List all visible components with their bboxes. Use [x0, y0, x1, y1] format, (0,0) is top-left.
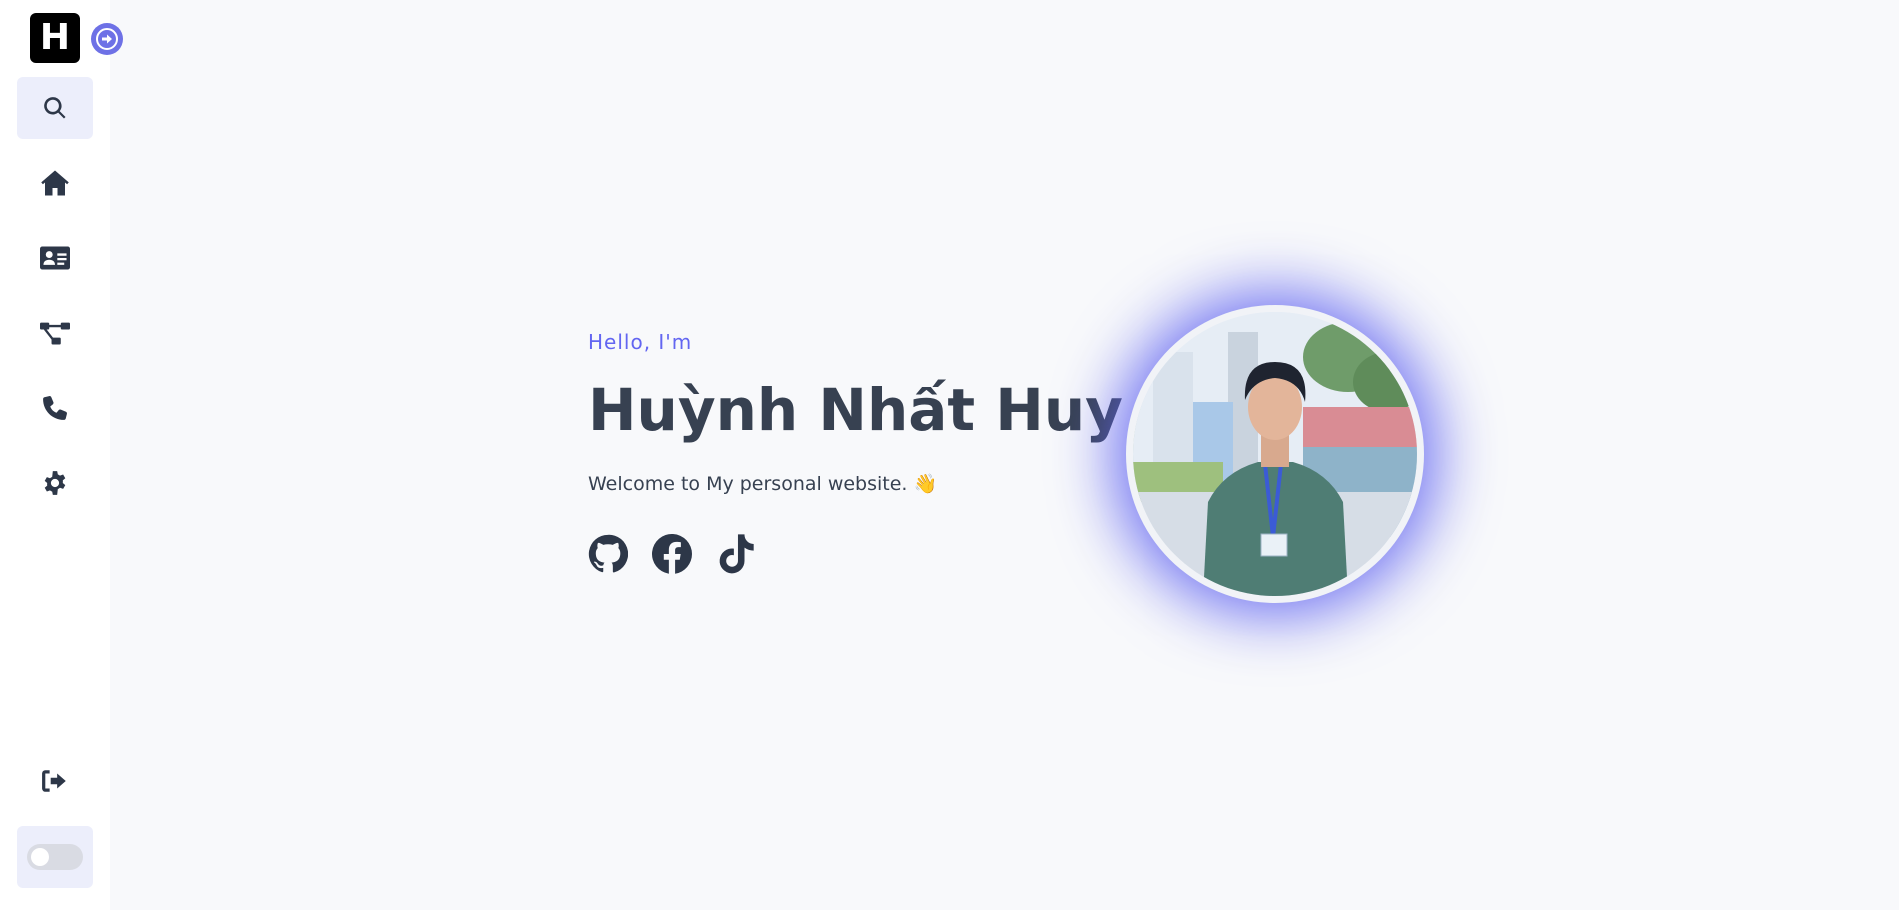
theme-toggle-knob: [31, 848, 49, 866]
sidebar-item-settings[interactable]: [17, 452, 93, 514]
site-logo[interactable]: H: [30, 13, 80, 63]
sidebar-item-search[interactable]: [17, 77, 93, 139]
phone-icon: [43, 396, 67, 420]
gear-icon: [44, 471, 66, 495]
profile-photo: [1133, 312, 1417, 596]
sidebar-item-home[interactable]: [17, 152, 93, 214]
hero-tagline: Welcome to My personal website. 👋: [588, 473, 938, 495]
profile-photo-frame: [1126, 305, 1424, 603]
search-icon: [44, 97, 66, 119]
theme-toggle-container: [17, 826, 93, 888]
profile-photo-illustration: [1133, 312, 1417, 596]
logout-button[interactable]: [17, 750, 93, 812]
sidebar-item-projects[interactable]: [17, 302, 93, 364]
github-link[interactable]: [588, 534, 628, 574]
sidebar: H: [0, 0, 110, 910]
id-card-icon: [40, 246, 70, 270]
github-icon: [588, 534, 628, 573]
arrow-right-icon: [102, 34, 112, 44]
facebook-link[interactable]: [652, 534, 692, 574]
sidebar-expand-button[interactable]: [91, 23, 123, 55]
home-icon: [41, 170, 69, 196]
tiktok-icon: [719, 534, 754, 574]
project-diagram-icon: [40, 322, 70, 345]
hero-greeting: Hello, I'm: [588, 330, 693, 354]
hero-name: Huỳnh Nhất Huy: [588, 376, 1123, 444]
social-links: [588, 534, 756, 574]
theme-toggle[interactable]: [27, 844, 83, 870]
sidebar-item-about[interactable]: [17, 227, 93, 289]
facebook-icon: [652, 534, 692, 574]
sidebar-item-contact[interactable]: [17, 377, 93, 439]
tiktok-link[interactable]: [716, 534, 756, 574]
sign-out-icon: [42, 770, 66, 792]
